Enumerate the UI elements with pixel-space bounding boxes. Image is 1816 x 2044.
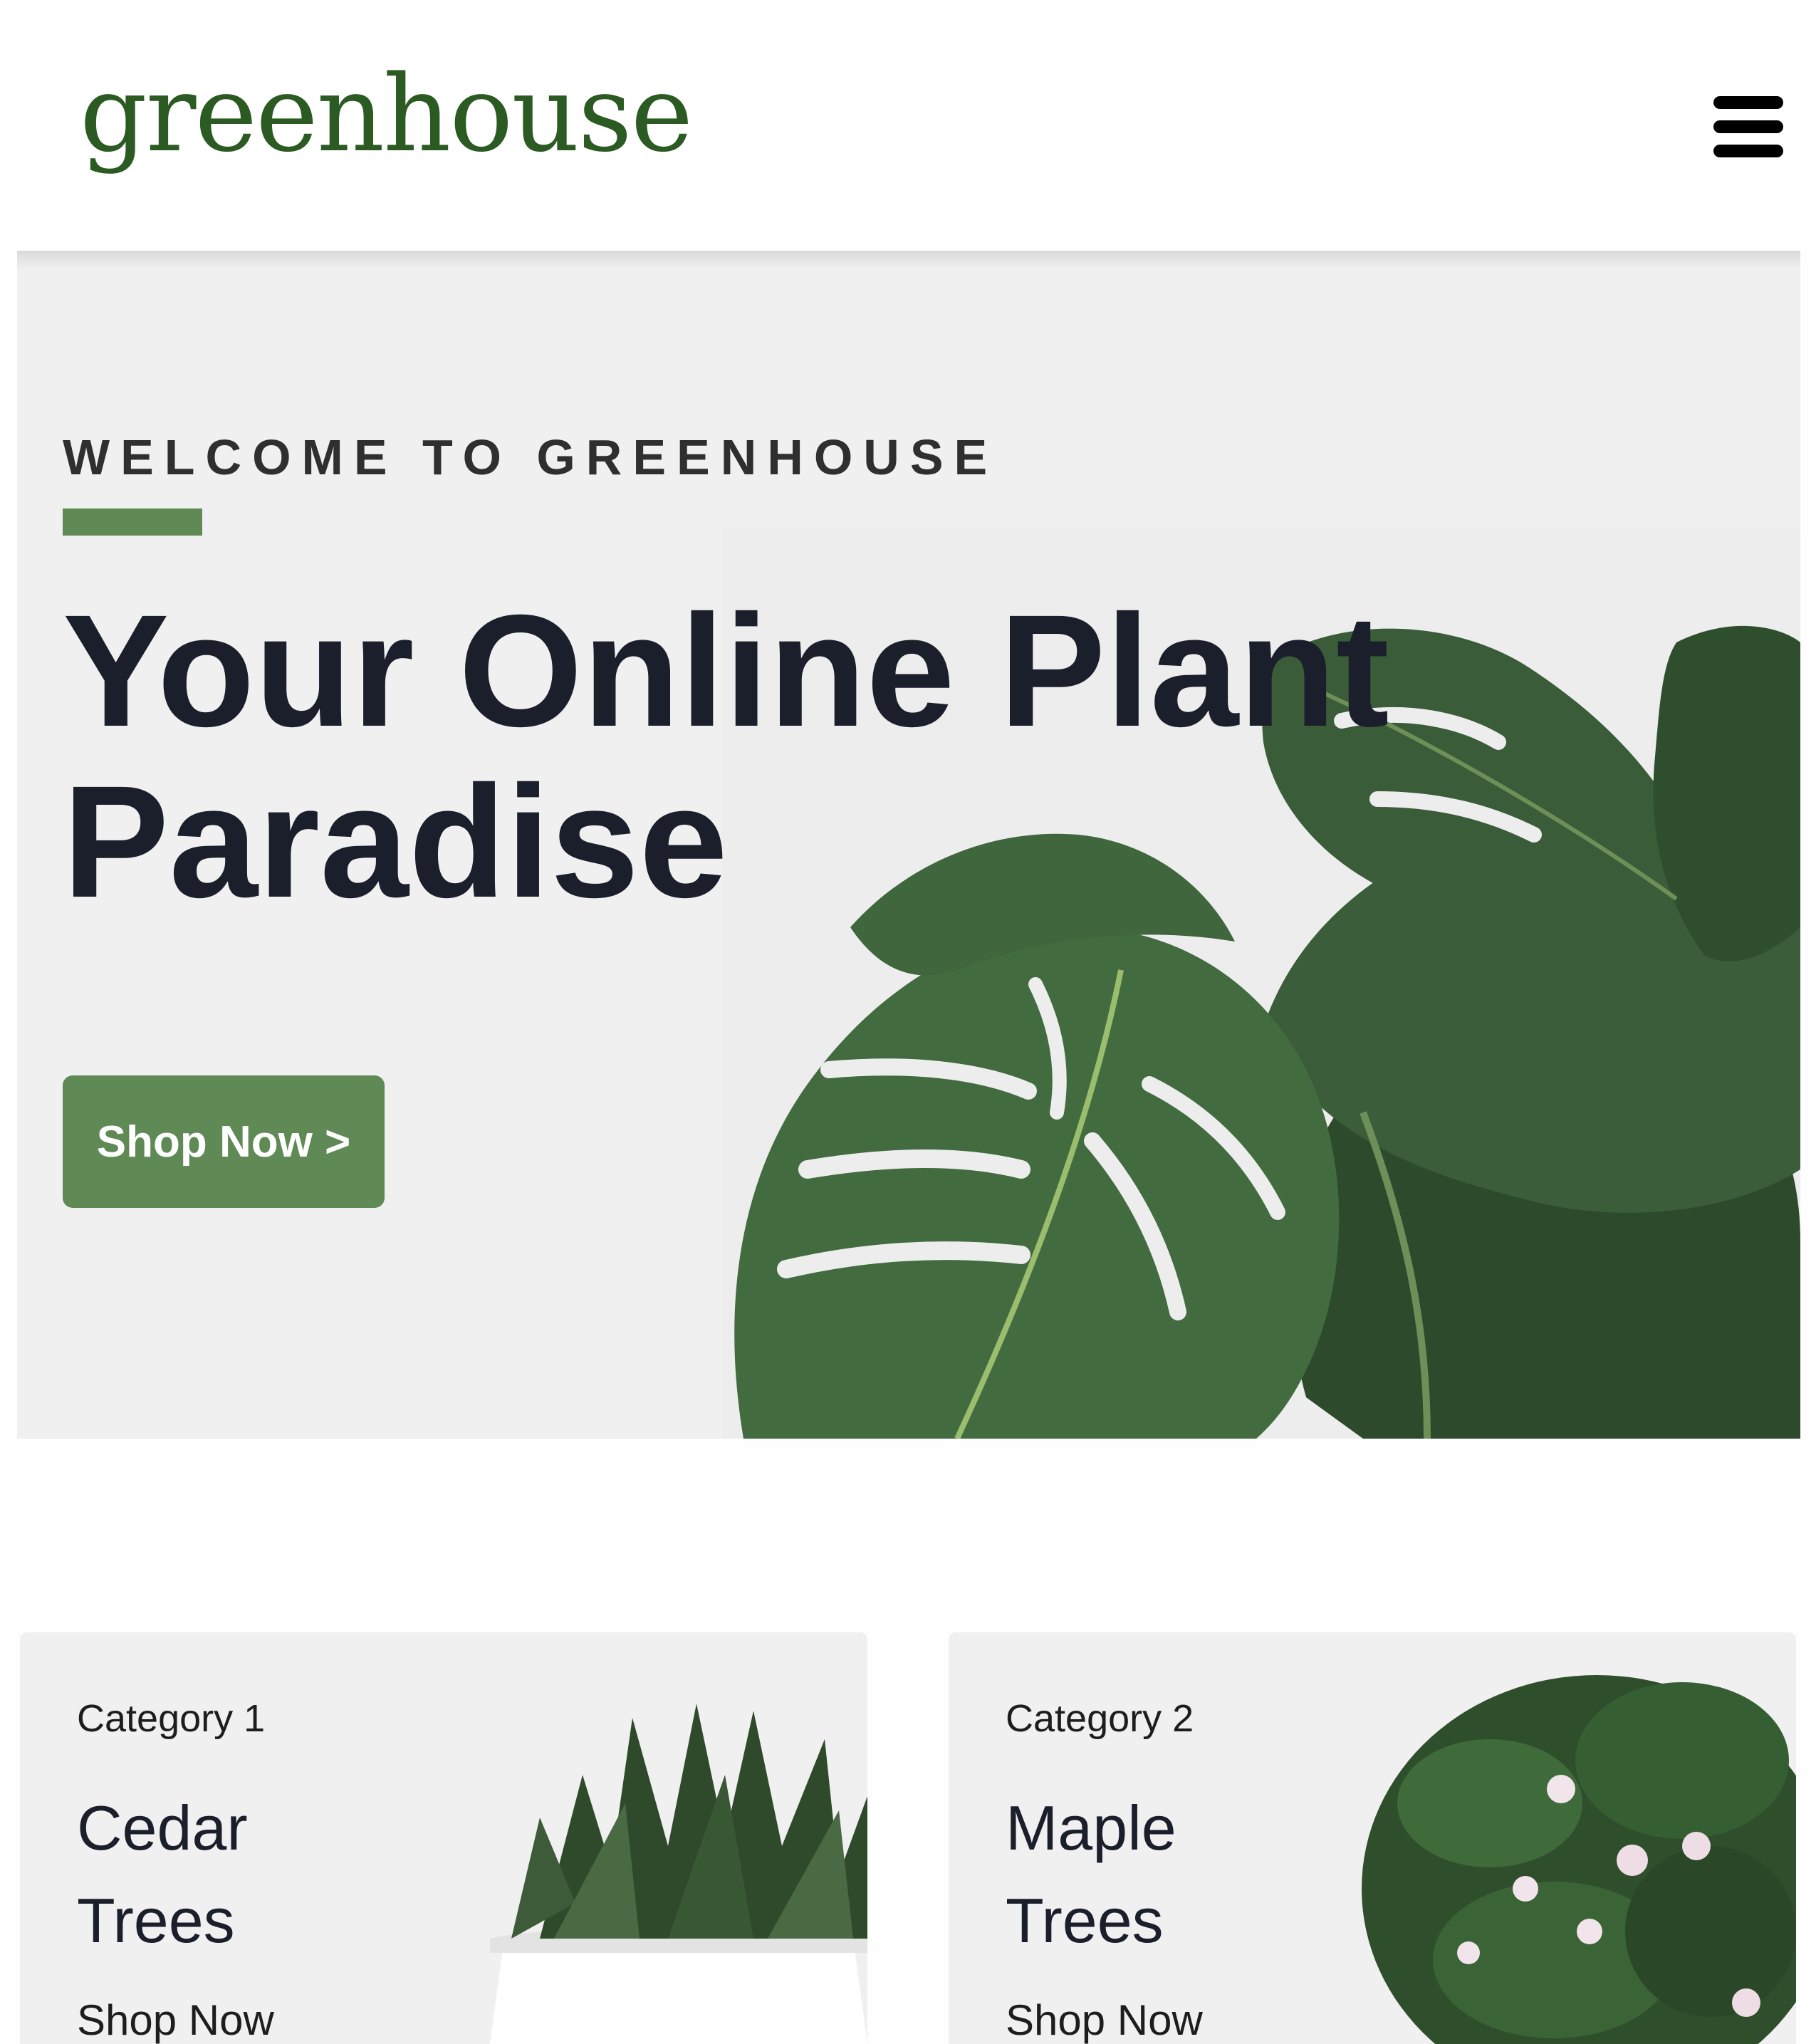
category-shop-link[interactable]: Shop Now	[77, 1996, 274, 2044]
category-shop-link[interactable]: Shop Now	[1006, 1996, 1203, 2044]
category-title: Cedar Trees	[77, 1793, 248, 1956]
hero-accent-rule	[63, 509, 202, 536]
potted-succulent-image	[326, 1632, 867, 2044]
category-label: Category 2	[1006, 1697, 1194, 1740]
category-card-maple[interactable]: Category 2 Maple Trees Shop Now	[949, 1632, 1796, 2044]
brand-logo[interactable]: greenhouse	[80, 50, 693, 171]
category-label: Category 1	[77, 1697, 266, 1740]
brand-name: greenhouse	[80, 53, 693, 175]
hero-eyebrow: WELCOME TO GREENHOUSE	[63, 429, 998, 485]
hero-title: Your Online Plant Paradise	[63, 582, 1389, 931]
menu-bar	[1713, 96, 1783, 109]
category-card-cedar[interactable]: Category 1 Cedar Trees Shop Now	[20, 1632, 867, 2044]
category-title: Maple Trees	[1006, 1793, 1176, 1956]
shop-now-button[interactable]: Shop Now >	[63, 1075, 385, 1208]
hamburger-menu-icon[interactable]	[1709, 91, 1788, 162]
site-header: greenhouse	[0, 0, 1816, 251]
menu-bar	[1713, 145, 1783, 157]
menu-bar	[1713, 120, 1783, 133]
flowering-shrub-image	[1255, 1632, 1796, 2044]
hero-banner: WELCOME TO GREENHOUSE Your Online Plant …	[17, 251, 1800, 1439]
